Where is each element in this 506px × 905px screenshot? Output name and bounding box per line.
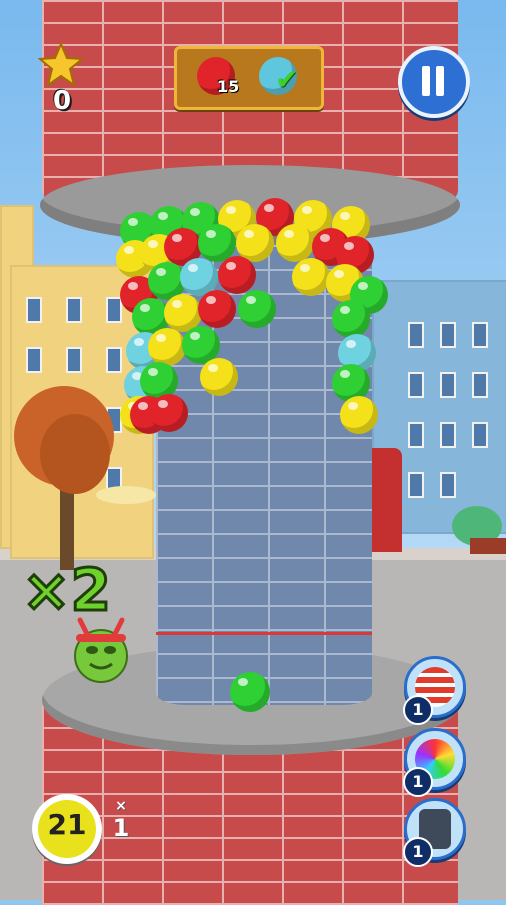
shots-remaining-value: 21	[47, 808, 87, 841]
swap-count: 1	[112, 814, 130, 842]
bench	[470, 538, 506, 554]
bubble	[148, 328, 186, 366]
bubble	[238, 290, 276, 328]
swap-symbol: ×	[115, 798, 127, 814]
firecracker-booster-button[interactable]: 1	[403, 656, 466, 725]
umbrella	[96, 486, 156, 504]
current-ball[interactable]	[230, 672, 270, 712]
check-icon: ✔	[275, 63, 299, 96]
booster-count: 1	[403, 695, 433, 725]
pause-icon	[422, 66, 430, 96]
star-score: 0	[52, 86, 72, 116]
target-panel: 15 ✔	[174, 46, 324, 110]
bubble	[218, 256, 256, 294]
star-icon	[37, 41, 85, 88]
bubble	[332, 300, 370, 338]
bubble	[200, 358, 238, 396]
pause-button[interactable]	[398, 46, 470, 118]
booster-count: 1	[403, 837, 433, 867]
shots-remaining-counter: 21	[32, 794, 102, 864]
booster-count: 1	[403, 767, 433, 797]
trash-booster-button[interactable]: 1	[403, 798, 466, 867]
green-monster-mascot	[64, 610, 138, 686]
bubble	[198, 290, 236, 328]
bubble	[340, 396, 378, 434]
bubble	[150, 394, 188, 432]
swap-ball-button[interactable]: × 1	[96, 798, 146, 858]
danger-line	[156, 632, 372, 635]
red-ball-remaining: 15	[217, 77, 240, 96]
bubble	[292, 258, 330, 296]
rainbow-ball-booster-button[interactable]: 1	[403, 728, 466, 797]
bubble	[276, 224, 314, 262]
